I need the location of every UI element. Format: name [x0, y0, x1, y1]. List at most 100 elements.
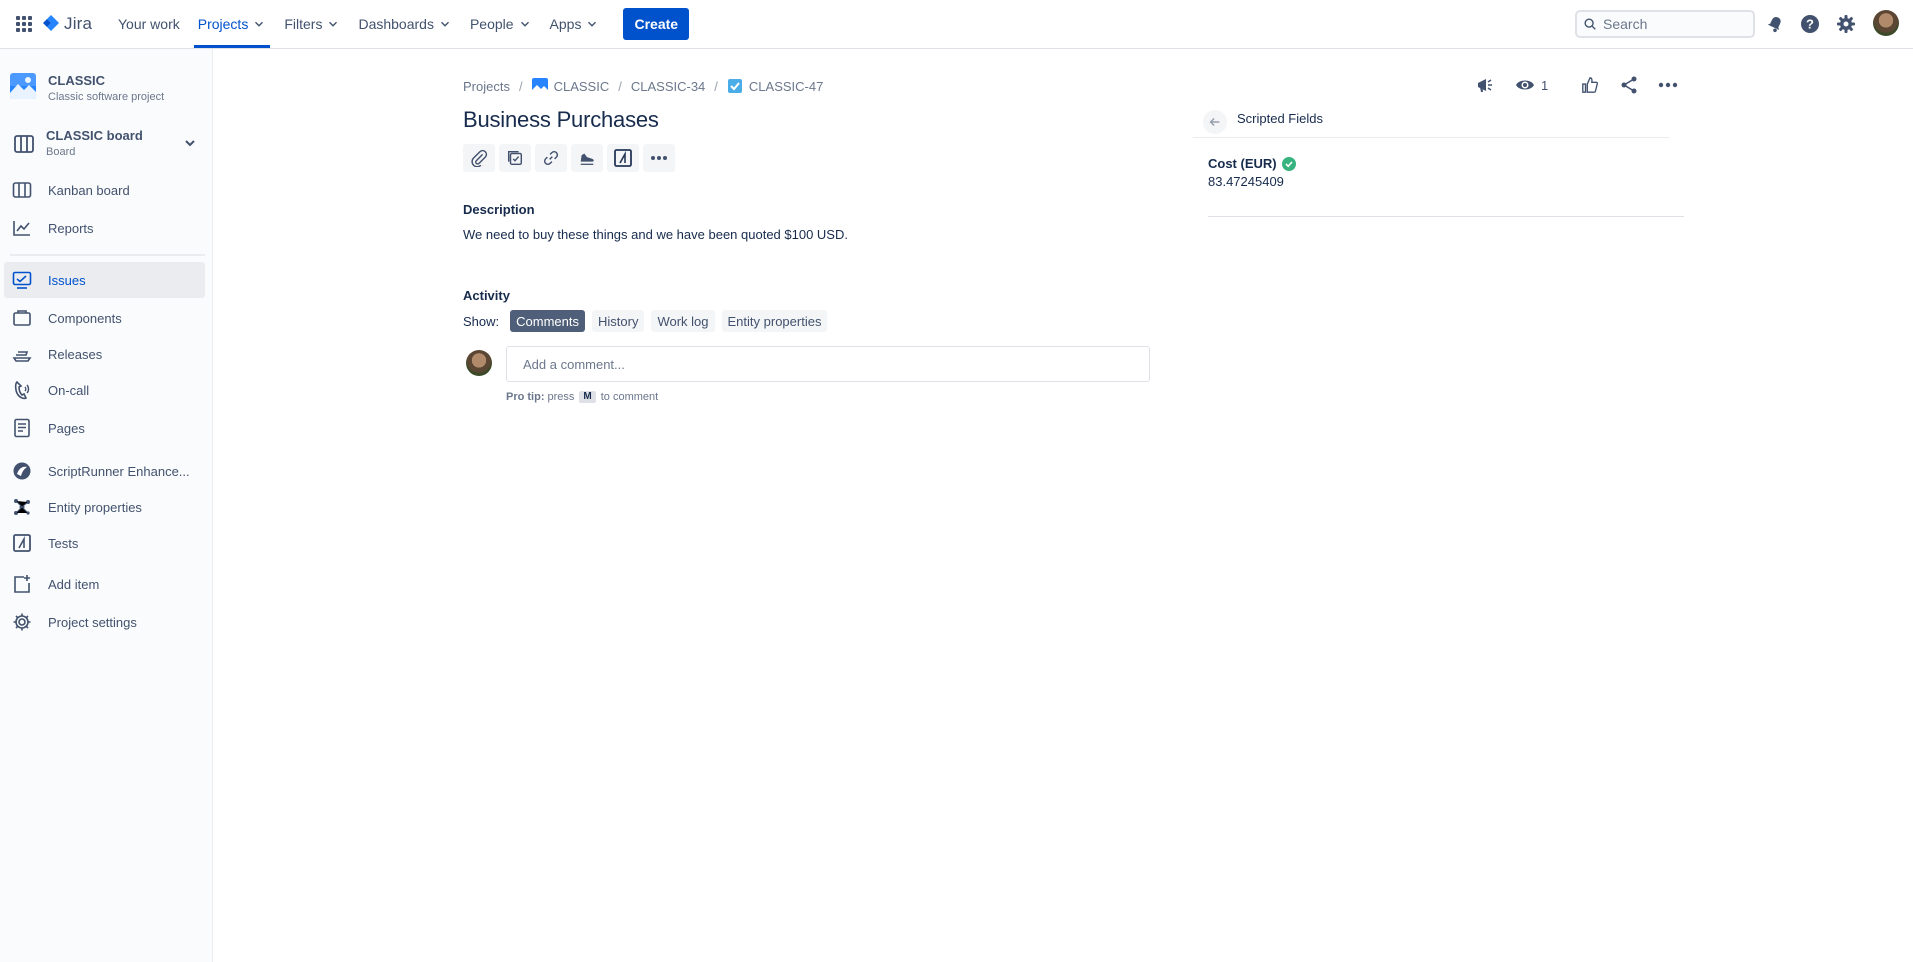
sidebar-item-label: Components	[48, 310, 122, 326]
sidebar-item-tests[interactable]: Tests	[4, 525, 205, 561]
sidebar-item-label: Project settings	[48, 614, 137, 630]
show-label: Show:	[463, 313, 500, 329]
issue-title[interactable]: Business Purchases	[463, 107, 659, 133]
more-icon	[1659, 82, 1678, 88]
sidebar-item-reports[interactable]: Reports	[4, 210, 205, 246]
sidebar-item-label: On-call	[48, 382, 90, 398]
sidebar-item-label: Entity properties	[48, 499, 142, 515]
nav-label: Dashboards	[358, 16, 434, 32]
sidebar-item-components[interactable]: Components	[4, 300, 205, 336]
tests-icon	[13, 534, 31, 552]
app-switcher-icon[interactable]	[12, 12, 36, 36]
skate-icon	[580, 153, 594, 165]
cost-field-label: Cost (EUR)	[1208, 156, 1296, 171]
back-button[interactable]	[1203, 110, 1227, 134]
jira-logo[interactable]: Jira	[42, 10, 92, 38]
sidebar-item-entity-properties[interactable]: Entity properties	[4, 489, 205, 525]
sidebar-item-pages[interactable]: Pages	[4, 410, 205, 446]
scripted-fields-title: Scripted Fields	[1237, 111, 1323, 126]
megaphone-icon	[1478, 79, 1492, 92]
help-icon[interactable]: ?	[1796, 10, 1824, 38]
more-actions-button[interactable]	[643, 144, 675, 172]
sidebar-item-releases[interactable]: Releases	[4, 336, 205, 372]
reports-icon	[13, 221, 30, 236]
more-options-button[interactable]	[1652, 71, 1684, 99]
tab-work-log[interactable]: Work log	[651, 310, 715, 332]
entity-properties-icon	[14, 499, 30, 515]
more-icon	[651, 156, 667, 160]
watch-button[interactable]: 1	[1511, 71, 1552, 99]
nav-filters[interactable]: Filters	[276, 0, 348, 48]
chevron-down-icon	[520, 21, 529, 27]
comment-input[interactable]	[506, 346, 1150, 382]
nav-your-work[interactable]: Your work	[110, 0, 188, 48]
top-navigation: Jira Your work Projects Filters Dashboar…	[0, 0, 1913, 49]
link-icon	[543, 150, 559, 166]
search-icon	[1584, 18, 1596, 30]
arrow-left-icon	[1209, 117, 1220, 127]
sidebar-item-kanban-board[interactable]: Kanban board	[4, 172, 205, 208]
sidebar-item-label: ScriptRunner Enhance...	[48, 463, 190, 479]
tests-icon	[614, 149, 632, 167]
link-issue-button[interactable]	[535, 144, 567, 172]
project-name: CLASSIC	[48, 73, 106, 88]
breadcrumb-issue[interactable]: CLASSIC-47	[727, 78, 823, 94]
scripted-fields-divider	[1208, 216, 1684, 217]
tab-history[interactable]: History	[592, 310, 645, 332]
notifications-icon[interactable]	[1761, 10, 1789, 38]
breadcrumb-project[interactable]: CLASSIC	[531, 78, 610, 94]
attach-button[interactable]	[463, 144, 495, 172]
breadcrumb-parent-issue[interactable]: CLASSIC-34	[631, 79, 705, 94]
sidebar-item-label: Reports	[48, 220, 94, 236]
add-child-issue-button[interactable]	[499, 144, 531, 172]
pro-tip-label: Pro tip:	[506, 391, 545, 403]
vote-button[interactable]	[1574, 71, 1606, 99]
breadcrumb-project-label: CLASSIC	[553, 78, 610, 94]
scriptrunner-button[interactable]	[571, 144, 603, 172]
thumbs-up-icon	[1582, 77, 1599, 93]
sidebar-item-add-item[interactable]: Add item	[4, 566, 205, 602]
breadcrumb-separator: /	[714, 78, 718, 94]
nav-projects[interactable]: Projects	[190, 0, 275, 48]
share-button[interactable]	[1613, 71, 1645, 99]
sidebar-item-label: Issues	[48, 272, 86, 288]
nav-dashboards[interactable]: Dashboards	[350, 0, 460, 48]
sidebar-item-scriptrunner[interactable]: ScriptRunner Enhance...	[4, 453, 205, 489]
sidebar-item-on-call[interactable]: On-call	[4, 372, 205, 408]
kanban-board-icon	[12, 182, 32, 198]
feedback-button[interactable]	[1469, 71, 1501, 99]
sidebar-item-project-settings[interactable]: Project settings	[4, 604, 205, 640]
tests-button[interactable]	[607, 144, 639, 172]
breadcrumb-projects[interactable]: Projects	[463, 79, 510, 94]
check-circle-icon	[1281, 156, 1296, 171]
nav-items: Your work Projects Filters Dashboards Pe…	[110, 0, 690, 48]
board-selector[interactable]: CLASSIC board Board	[0, 125, 213, 165]
shortcut-key: M	[579, 391, 596, 403]
tab-entity-properties[interactable]: Entity properties	[721, 310, 828, 332]
activity-heading: Activity	[463, 288, 510, 303]
search-input[interactable]	[1603, 16, 1743, 32]
settings-gear-icon[interactable]	[1832, 10, 1860, 38]
nav-people[interactable]: People	[462, 0, 540, 48]
search-box[interactable]	[1575, 10, 1755, 38]
board-name: CLASSIC board	[46, 128, 143, 143]
cost-field-value: 83.47245409	[1208, 174, 1284, 189]
sidebar-item-label: Releases	[48, 346, 103, 362]
description-heading: Description	[463, 202, 535, 217]
pro-tip: Pro tip: press M to comment	[506, 391, 658, 403]
nav-apps[interactable]: Apps	[542, 0, 608, 48]
user-avatar[interactable]	[1873, 10, 1899, 36]
tab-comments[interactable]: Comments	[510, 310, 585, 332]
nav-label: Apps	[549, 16, 582, 32]
create-button[interactable]: Create	[623, 8, 690, 40]
sidebar-item-issues[interactable]: Issues	[4, 262, 205, 298]
description-text[interactable]: We need to buy these things and we have …	[463, 227, 848, 242]
scriptrunner-icon	[13, 462, 31, 480]
issue-toolbar	[463, 144, 675, 172]
board-type: Board	[46, 146, 76, 158]
svg-text:?: ?	[1806, 17, 1814, 32]
chevron-down-icon	[440, 21, 449, 27]
child-issue-icon	[507, 150, 523, 166]
chevron-down-icon	[329, 21, 338, 27]
project-header[interactable]: CLASSIC Classic software project	[0, 69, 213, 109]
